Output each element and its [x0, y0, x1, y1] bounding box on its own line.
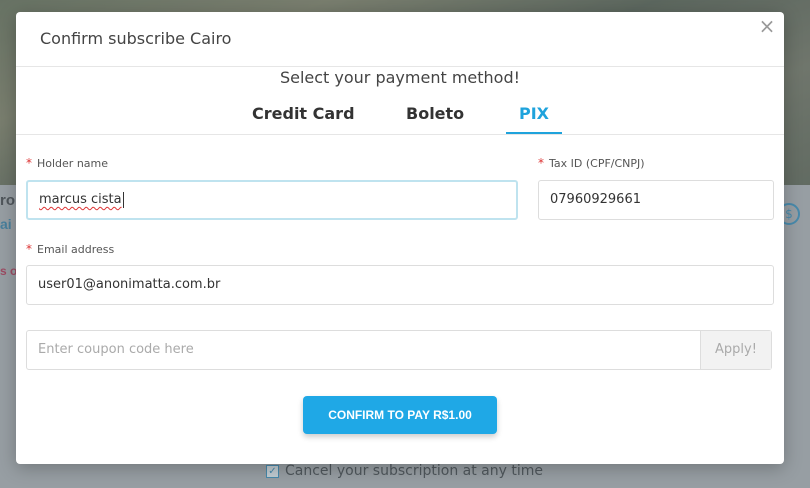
holder-name-label-text: Holder name — [37, 157, 109, 170]
tax-id-input[interactable]: 07960929661 — [538, 180, 774, 220]
confirm-pay-button[interactable]: CONFIRM TO PAY R$1.00 — [303, 396, 497, 434]
email-label-text: Email address — [37, 243, 115, 256]
payment-method-heading: Select your payment method! — [279, 68, 521, 87]
tab-boleto[interactable]: Boleto — [406, 104, 464, 123]
coupon-group: Enter coupon code here Apply! — [26, 330, 772, 370]
text-caret — [122, 191, 124, 208]
confirm-subscribe-modal: Confirm subscribe Cairo × Select your pa… — [16, 12, 784, 464]
required-mark: * — [26, 242, 32, 256]
email-label: * Email address — [26, 242, 114, 256]
tax-id-label-text: Tax ID (CPF/CNPJ) — [549, 157, 645, 170]
modal-header: Confirm subscribe Cairo × — [16, 12, 784, 67]
tab-credit-card[interactable]: Credit Card — [252, 104, 355, 123]
coupon-input[interactable]: Enter coupon code here — [27, 331, 723, 369]
close-icon[interactable]: × — [758, 16, 776, 36]
apply-coupon-button[interactable]: Apply! — [700, 331, 771, 369]
holder-name-input[interactable]: marcus cista — [26, 180, 518, 220]
required-mark: * — [26, 156, 32, 170]
tab-pix[interactable]: PIX — [506, 104, 562, 134]
email-input[interactable]: user01@anonimatta.com.br — [26, 265, 774, 305]
holder-name-value: marcus cista — [39, 192, 122, 207]
holder-name-label: * Holder name — [26, 156, 108, 170]
modal-title: Confirm subscribe Cairo — [40, 29, 232, 48]
required-mark: * — [538, 156, 544, 170]
payment-tabs: Credit Card Boleto PIX — [16, 102, 784, 135]
tax-id-label: * Tax ID (CPF/CNPJ) — [538, 156, 645, 170]
